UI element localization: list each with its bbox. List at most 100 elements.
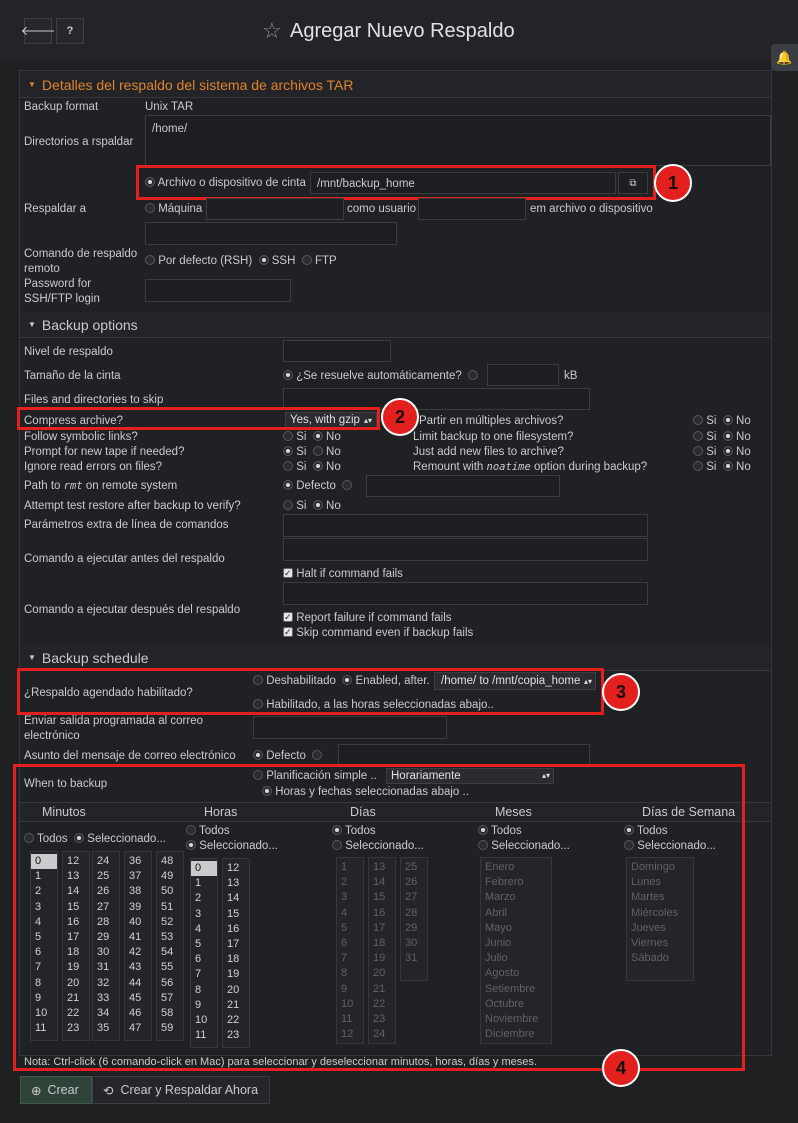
tape-auto-option[interactable]: ¿Se resuelve automáticamente? [283,369,479,384]
create-and-backup-button[interactable]: ⟲ Crear y Respaldar Ahora [92,1076,270,1104]
tape-size-label: Tamaño de la cinta [24,370,121,382]
no-label: No [736,415,751,427]
after-cmd-label: Comando a ejecutar después del respaldo [24,604,241,616]
no-label: No [736,446,751,458]
remount-label: Remount with noatime option during backu… [413,460,647,475]
options-section-header[interactable]: ▼ Backup options [20,312,771,338]
callout-box-3 [17,668,604,715]
split-yes-radio[interactable] [693,415,703,425]
email-input[interactable] [253,716,447,739]
path-rmt-input[interactable] [366,475,560,497]
split-no-radio[interactable] [722,415,733,425]
kb-label: kB [564,370,578,382]
user-input[interactable] [418,198,526,220]
limit-yes-radio[interactable] [693,431,703,441]
ignore-err-options: Si No [283,460,341,475]
yes-label: Si [706,415,717,427]
no-label: No [736,431,751,443]
back-button[interactable]: 🡐 [21,18,55,44]
path-default-radio[interactable] [283,480,293,490]
test-no-radio[interactable] [312,500,323,510]
subject-options: Defecto [253,749,323,764]
password-input[interactable] [145,279,291,302]
path-custom-radio[interactable] [342,480,353,490]
path-rmt-options: Defecto [283,479,353,494]
remount-options: Si No [693,460,751,475]
ssh-radio[interactable] [258,255,269,265]
report-failure-option[interactable]: Report failure if command fails [283,610,452,626]
as-user-label: como usuario [347,203,417,215]
before-cmd-label: Comando a ejecutar antes del respaldo [24,553,225,565]
remount-no-radio[interactable] [722,461,733,471]
ssh-label: SSH [271,255,296,267]
callout-box-2 [17,407,380,430]
path-pre: Path to [24,480,61,492]
split-label: Partir en múltiples archivos? [419,415,564,427]
bell-icon: 🔔 [776,49,793,65]
star-icon[interactable]: ☆ [262,18,282,44]
subject-default-radio[interactable] [253,750,263,760]
path-rmt-label: Path to rmt on remote system [24,479,177,494]
help-button[interactable]: ? [56,18,84,44]
report-failure-checkbox[interactable] [283,610,293,625]
machine-input[interactable] [206,198,344,220]
remount-code: noatime [486,461,531,473]
no-label: No [326,446,341,458]
test-restore-options: Si No [283,499,341,514]
split-options: Si No [693,414,751,429]
skip-cmd-option[interactable]: Skip command even if backup fails [283,625,473,641]
level-input[interactable] [283,340,391,362]
no-label: No [326,461,341,473]
ignore-no-radio[interactable] [312,461,323,471]
limit-fs-label: Limit backup to one filesystem? [413,431,574,443]
test-yes-radio[interactable] [283,500,293,510]
symlinks-label: Follow symbolic links? [24,431,138,443]
subject-custom-radio[interactable] [312,750,323,760]
tape-auto-radio[interactable] [283,370,293,380]
dirs-textarea[interactable]: /home/ [145,115,771,166]
remount-post: option during backup? [533,461,648,473]
just-add-no-radio[interactable] [722,446,733,456]
remote-file-input[interactable] [145,222,397,245]
ftp-radio[interactable] [301,255,312,265]
after-cmd-input[interactable] [283,582,648,605]
machine-radio[interactable] [145,203,155,213]
halt-label: Halt if command fails [296,568,403,580]
callout-badge-4: 4 [602,1049,640,1087]
backup-to-label: Respaldar a [24,203,87,215]
notifications-button[interactable]: 🔔 [771,44,798,71]
create-now-label: Crear y Respaldar Ahora [120,1083,259,1097]
yes-label: Si [296,446,307,458]
backup-format-label: Backup format [24,101,99,113]
history-icon: ⟲ [103,1083,114,1098]
halt-option[interactable]: Halt if command fails [283,566,403,582]
prompt-no-radio[interactable] [312,446,323,456]
dirs-value: /home/ [152,123,188,135]
tar-section-header[interactable]: ▼ Detalles del respaldo del sistema de ar… [20,72,771,98]
halt-checkbox[interactable] [283,566,293,581]
ignore-yes-radio[interactable] [283,461,293,471]
no-label: No [736,461,751,473]
ignore-err-label: Ignore read errors on files? [24,461,163,473]
prompt-tape-label: Prompt for new tape if needed? [24,446,185,458]
subject-input[interactable] [338,744,590,766]
machine-option[interactable]: Máquina [145,202,202,217]
section-title: Detalles del respaldo del sistema de arc… [41,76,354,93]
level-label: Nivel de respaldo [24,346,113,358]
tape-size-radio[interactable] [468,370,479,380]
extra-params-input[interactable] [283,514,648,537]
arrow-left-icon: 🡐 [20,23,56,38]
before-cmd-input[interactable] [283,538,648,561]
symlinks-no-radio[interactable] [312,431,323,441]
create-button[interactable]: ⊕ Crear [20,1076,92,1104]
symlinks-yes-radio[interactable] [283,431,293,441]
just-add-yes-radio[interactable] [693,446,703,456]
yes-label: Si [706,446,717,458]
limit-no-radio[interactable] [722,431,733,441]
tape-size-input[interactable] [487,364,559,386]
skip-cmd-checkbox[interactable] [283,625,293,640]
prompt-yes-radio[interactable] [283,446,293,456]
rsh-radio[interactable] [145,255,155,265]
remount-yes-radio[interactable] [693,461,703,471]
limit-fs-options: Si No [693,430,751,445]
